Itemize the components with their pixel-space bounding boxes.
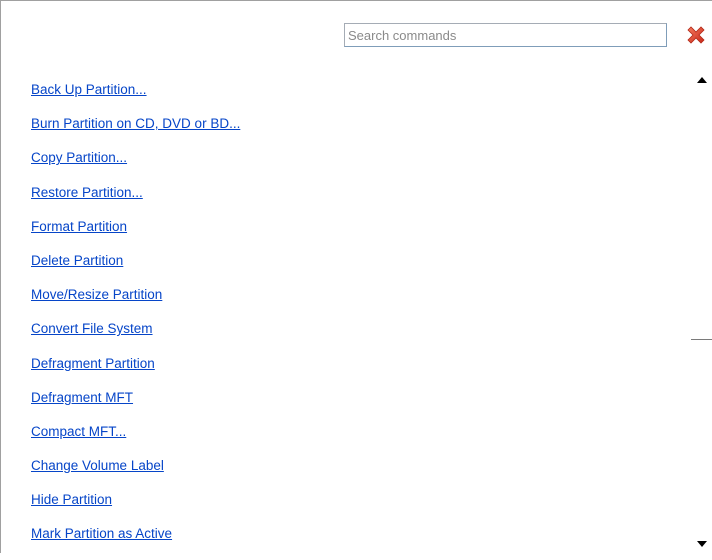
command-convert-file-system[interactable]: Convert File System	[31, 321, 153, 336]
command-item: Hide Partition	[31, 491, 671, 525]
command-hide-partition[interactable]: Hide Partition	[31, 492, 112, 507]
command-item: Burn Partition on CD, DVD or BD...	[31, 115, 671, 149]
scroll-thumb[interactable]	[691, 93, 712, 340]
command-compact-mft[interactable]: Compact MFT...	[31, 424, 126, 439]
command-move-resize-partition[interactable]: Move/Resize Partition	[31, 287, 162, 302]
command-format-partition[interactable]: Format Partition	[31, 219, 127, 234]
command-copy-partition[interactable]: Copy Partition...	[31, 150, 127, 165]
command-item: Change Volume Label	[31, 457, 671, 491]
command-item: Copy Partition...	[31, 149, 671, 183]
command-burn-partition[interactable]: Burn Partition on CD, DVD or BD...	[31, 116, 240, 131]
scroll-up-arrow-icon	[697, 77, 707, 83]
command-change-volume-label[interactable]: Change Volume Label	[31, 458, 164, 473]
scroll-down-button[interactable]	[691, 536, 712, 554]
command-defragment-mft[interactable]: Defragment MFT	[31, 390, 133, 405]
command-restore-partition[interactable]: Restore Partition...	[31, 185, 143, 200]
command-item: Compact MFT...	[31, 423, 671, 457]
command-list: Back Up Partition... Burn Partition on C…	[31, 81, 671, 560]
close-button[interactable]	[684, 23, 708, 47]
scroll-up-button[interactable]	[691, 71, 712, 89]
command-back-up-partition[interactable]: Back Up Partition...	[31, 82, 147, 97]
command-item: Move/Resize Partition	[31, 286, 671, 320]
command-item: Mark Partition as Active	[31, 525, 671, 559]
command-item: Defragment MFT	[31, 389, 671, 423]
scroll-down-arrow-icon	[697, 541, 707, 547]
command-defragment-partition[interactable]: Defragment Partition	[31, 356, 155, 371]
command-panel: Back Up Partition... Burn Partition on C…	[0, 0, 712, 554]
command-item: Back Up Partition...	[31, 81, 671, 115]
command-item: Restore Partition...	[31, 184, 671, 218]
search-input[interactable]	[344, 23, 667, 47]
command-item: Convert File System	[31, 320, 671, 354]
command-item: Delete Partition	[31, 252, 671, 286]
command-mark-partition-active[interactable]: Mark Partition as Active	[31, 526, 172, 541]
command-item: Format Partition	[31, 218, 671, 252]
vertical-scrollbar[interactable]	[691, 71, 712, 554]
command-delete-partition[interactable]: Delete Partition	[31, 253, 123, 268]
command-item: Defragment Partition	[31, 355, 671, 389]
close-icon	[687, 26, 705, 44]
